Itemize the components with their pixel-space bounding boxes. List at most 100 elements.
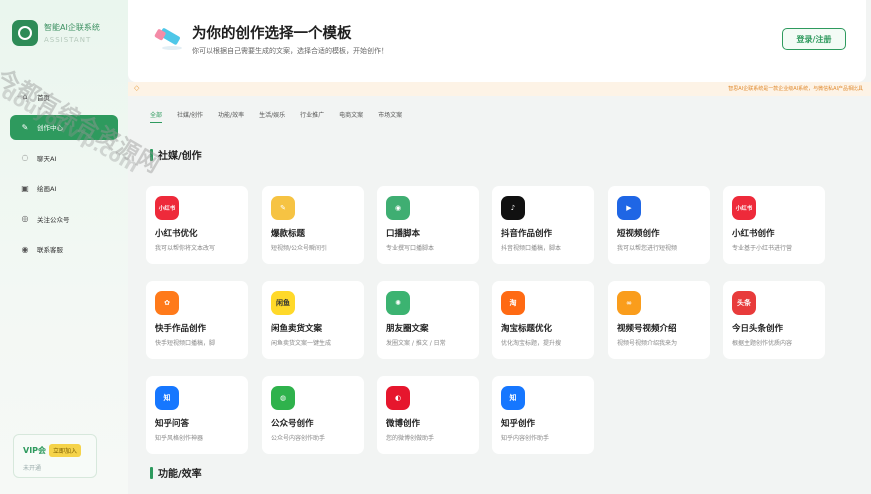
chat-icon: ◌ [21, 153, 29, 162]
card-title: 口播脚本 [386, 229, 421, 239]
sidebar-item[interactable]: ✎ 创作中心 [10, 114, 118, 140]
zhihu-icon: 知 [501, 386, 525, 410]
notice-bar: ◇ 智思AI企联系统是一款企业级AI系统，与微信私AI产品相比具 [128, 82, 871, 96]
play-icon: ▶ [617, 196, 641, 220]
template-card[interactable]: ✿ 快手作品创作快手短视频口播稿，脚 [146, 281, 248, 359]
speaker-icon: ◇ [134, 84, 140, 92]
card-title: 短视频创作 [617, 229, 660, 239]
moments-icon: ✺ [386, 291, 410, 315]
xianyu-icon: 闲鱼 [271, 291, 295, 315]
weibo-icon: ◐ [386, 386, 410, 410]
vip-panel: VIP会 立即加入 未开通 [13, 434, 97, 478]
card-description: 根据主题创作优质内容 [732, 340, 793, 347]
sidebar-item[interactable]: ⌂ 首页 [10, 84, 118, 109]
card-description: 知乎内容创作助手 [501, 435, 550, 442]
sidebar-item-label: 首页 [37, 93, 50, 102]
card-title: 朋友圈文案 [386, 324, 429, 334]
card-title: 淘宝标题优化 [501, 324, 553, 334]
card-description: 专业撰写口播脚本 [386, 245, 435, 252]
sidebar-item-label: 关注公众号 [37, 215, 70, 224]
sidebar-item-label: 聊天AI [37, 154, 57, 163]
logo-subtitle: ASSISTANT [44, 36, 92, 44]
template-card[interactable]: 知知乎问答 知乎风格创作神器 [146, 376, 248, 454]
template-card[interactable]: 淘淘宝标题优化优化淘宝标题，提升搜 [492, 281, 594, 359]
card-description: 我可以帮您进行短视频 [617, 245, 678, 252]
tab[interactable]: 生活/娱乐 [259, 110, 285, 123]
tab[interactable]: 功能/效率 [218, 110, 244, 123]
sidebar-item-label: 绘画AI [37, 185, 57, 193]
template-card[interactable]: ♪ 抖音作品创作抖音视频口播稿，脚本 [492, 186, 594, 264]
card-title: 小红书创作 [732, 229, 775, 239]
sidebar-item[interactable]: ▣ 绘画AI [10, 176, 118, 201]
home-icon: ⌂ [22, 92, 28, 101]
sidebar-item[interactable]: ◌ 聊天AI [10, 145, 118, 170]
card-title: 闲鱼卖货文案 [271, 324, 323, 334]
template-card[interactable]: ◐ 微博创作您的微博创做助手 [377, 376, 479, 454]
section-function: 功能/效率 [150, 465, 202, 480]
template-card[interactable]: ✎ 爆款标题短视频/公众号瞬间引 [262, 186, 364, 264]
broadcast-icon: ◉ [386, 196, 410, 220]
template-card[interactable]: 知知乎创作知乎内容创作助手 [492, 376, 594, 454]
card-description: 专业基于小红书进行营 [732, 245, 793, 252]
taobao-icon: 淘 [501, 291, 525, 315]
logo-title: 智能AI企联系统 [44, 23, 100, 32]
logo[interactable]: 智能AI企联系统 ASSISTANT [12, 20, 100, 46]
card-description: 短视频/公众号瞬间引 [271, 245, 328, 252]
template-card[interactable]: 小红书小红书优化我可以帮你将文本改写 [146, 186, 248, 264]
template-card[interactable]: 闲鱼 闲鱼卖货文案 闲鱼卖货文案一键生成 [262, 281, 364, 359]
template-card[interactable]: ∞ 视频号视频介绍 视频号视频介绍我来为 [608, 281, 710, 359]
douyin-icon: ♪ [501, 196, 525, 220]
sidebar-item[interactable]: ◎ 关注公众号 [10, 206, 118, 231]
card-description: 公众号内容创作助手 [271, 435, 326, 442]
sidebar-item-label: 创作中心 [37, 124, 63, 132]
card-title: 小红书优化 [155, 229, 198, 239]
card-description: 发圈文案 / 推文 / 日常 [386, 340, 446, 347]
card-title: 快手作品创作 [155, 324, 207, 334]
card-title: 知乎问答 [155, 419, 190, 429]
login-button[interactable]: 登录/注册 [782, 28, 846, 50]
vip-title: VIP会 [23, 446, 47, 455]
notice-text: 智思AI企联系统是一款企业级AI系统，与微信私AI产品相比具 [728, 86, 863, 92]
tab[interactable]: 社媒/创作 [177, 110, 203, 123]
image-icon: ▣ [21, 183, 29, 193]
wechat-icon: ◎ [21, 214, 29, 223]
template-card[interactable]: 头条 今日头条创作 根据主题创作优质内容 [723, 281, 825, 359]
card-description: 快手短视频口播稿，脚 [155, 340, 216, 347]
sidebar-item[interactable]: ◉ 联系客服 [10, 237, 118, 262]
card-description: 抖音视频口播稿，脚本 [501, 245, 562, 252]
template-card[interactable]: ◉ 口播脚本专业撰写口播脚本 [377, 186, 479, 264]
kuaishou-icon: ✿ [155, 291, 179, 315]
template-card[interactable]: ✺ 朋友圈文案发圈文案 / 推文 / 日常 [377, 281, 479, 359]
vip-join-button[interactable]: 立即加入 [49, 444, 82, 457]
sidebar: 智能AI企联系统 ASSISTANT ⌂ 首页 ✎ 创作中心 ◌ 聊天AI ▣ 绘画AI ◎ 关注… [0, 0, 128, 494]
tab[interactable]: 电商文案 [339, 110, 363, 123]
card-title: 视频号视频介绍 [617, 324, 677, 334]
logo-icon [12, 20, 38, 46]
wechat-official-icon: ◍ [271, 386, 295, 410]
card-title: 公众号创作 [271, 419, 314, 429]
tab[interactable]: 市场文案 [378, 110, 402, 123]
page-header: 为你的创作选择一个模板 你可以根据自己需要生成的文案，选择合适的模板，开始创作！… [128, 0, 866, 82]
card-title: 抖音作品创作 [501, 229, 553, 239]
card-title: 知乎创作 [501, 419, 536, 429]
card-title: 微博创作 [386, 419, 421, 429]
card-title: 爆款标题 [271, 229, 306, 239]
category-tabs: 全部 社媒/创作 功能/效率 生活/娱乐 行业推广 电商文案 市场文案 [150, 110, 417, 123]
page-title: 为你的创作选择一个模板 [192, 26, 352, 42]
card-description: 优化淘宝标题，提升搜 [501, 340, 562, 347]
tab[interactable]: 全部 [150, 110, 163, 123]
card-description: 视频号视频介绍我来为 [617, 340, 678, 347]
card-description: 我可以帮你将文本改写 [155, 245, 216, 252]
channels-icon: ∞ [617, 291, 641, 315]
tab[interactable]: 行业推广 [300, 110, 324, 123]
section-marker [150, 466, 153, 479]
template-card[interactable]: ▶ 短视频创作我可以帮您进行短视频 [608, 186, 710, 264]
card-title: 今日头条创作 [732, 324, 784, 334]
template-card[interactable]: ◍ 公众号创作公众号内容创作助手 [262, 376, 364, 454]
xiaohongshu-icon: 小红书 [155, 196, 179, 220]
template-card[interactable]: 小红书 小红书创作 专业基于小红书进行营 [723, 186, 825, 264]
pencil-icon: ✎ [271, 196, 295, 220]
section-marker [150, 148, 153, 161]
eraser-icon [154, 28, 182, 50]
card-description: 您的微博创做助手 [386, 435, 435, 442]
